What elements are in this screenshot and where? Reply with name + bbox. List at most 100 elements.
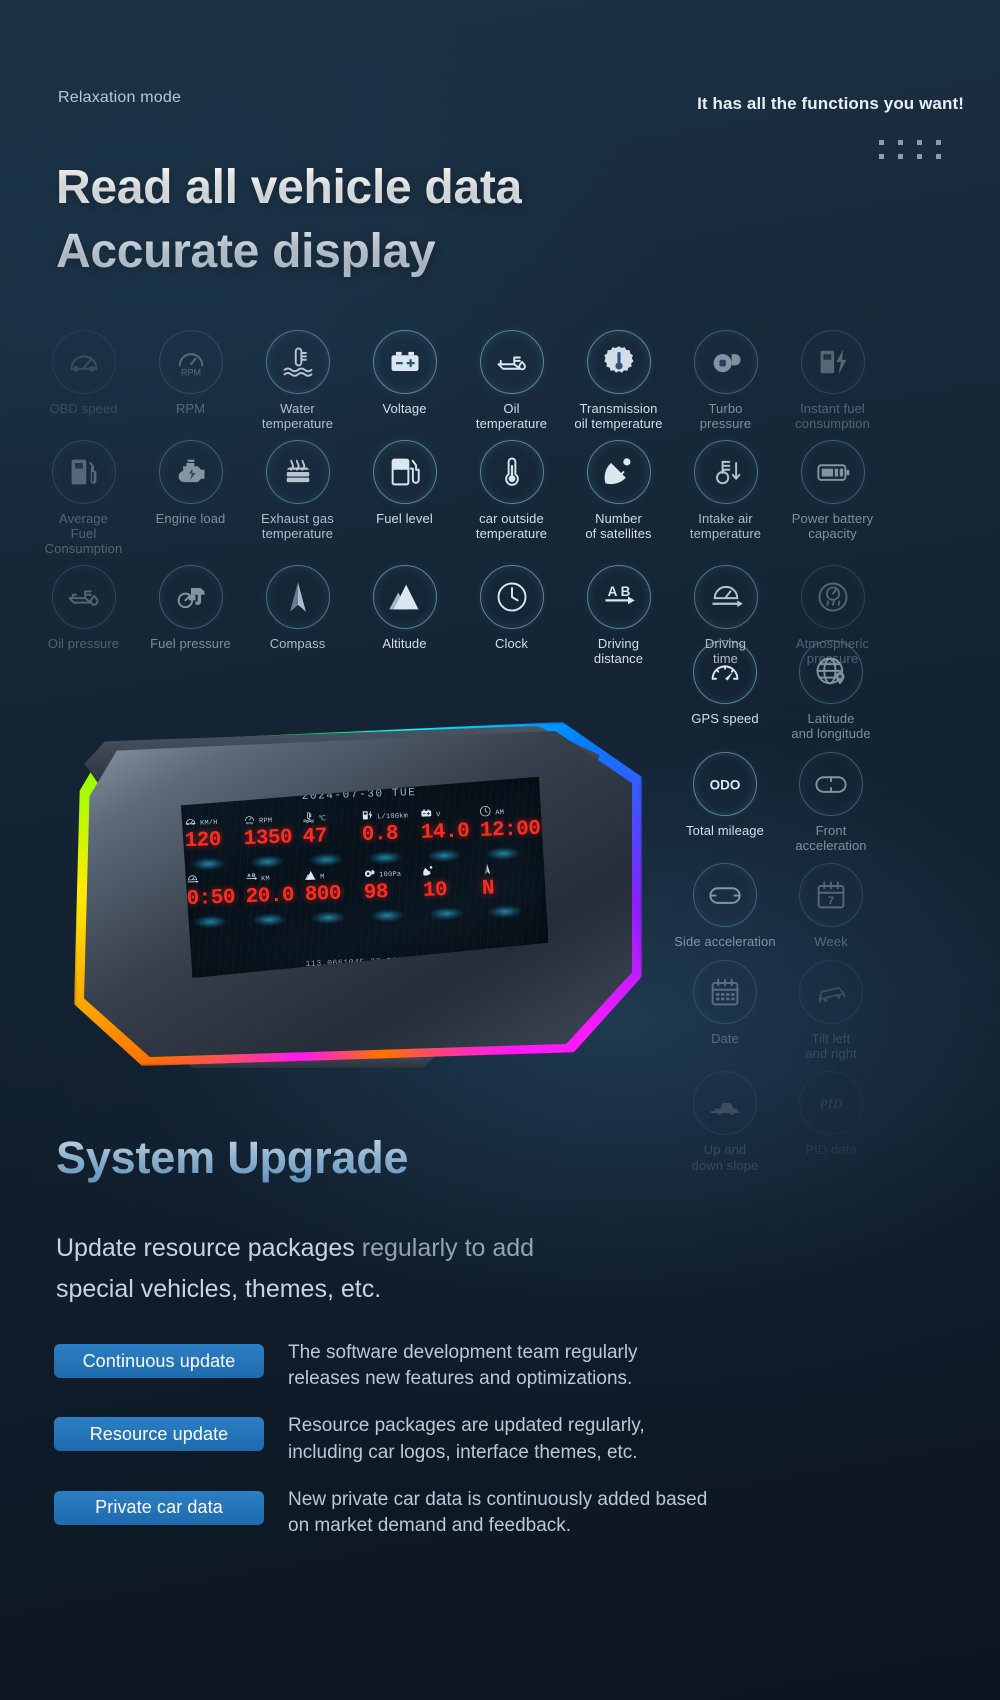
fuel-pressure-icon (158, 564, 223, 629)
feature-icon-pid-data: PID PID data (778, 1071, 884, 1173)
tilt-left-right-icon (799, 959, 863, 1024)
rpm-gauge-icon: RPM (158, 330, 223, 394)
altitude-icon (372, 564, 437, 629)
feature-badge[interactable]: Continuous update (54, 1344, 264, 1378)
feature-icon-label: Side acceleration (674, 934, 776, 950)
latitude-longitude-icon (799, 640, 863, 704)
feature-icon-gps-speed: GPS speed (672, 640, 778, 742)
feature-icon-power-battery-capacity: Power battery capacity (779, 439, 886, 557)
outside-temperature-icon (479, 439, 544, 504)
screen-readout-value: 0:50 (186, 886, 236, 912)
intake-air-temperature-icon (693, 439, 758, 504)
power-battery-capacity-icon (800, 439, 865, 504)
stair-row: Side acceleration 7 Week (672, 863, 972, 959)
feature-icon-outside-temperature: car outside temperature (458, 439, 565, 557)
feature-icon-average-fuel-consumption: Average Fuel Consumption (30, 439, 137, 557)
screen-readout-glow (252, 913, 286, 927)
relaxation-mode-label: Relaxation mode (58, 89, 182, 106)
feature-icon-label: Oil pressure (47, 635, 120, 651)
screen-readout-unit: 100Pa (379, 870, 402, 879)
feature-icon-rpm-gauge: RPM RPM (137, 330, 244, 432)
gps-speed-icon (693, 640, 757, 704)
feature-icon-turbo-pressure: Turbo pressure (672, 330, 779, 432)
feature-icon-label: Week (814, 934, 848, 950)
screen-readout-value: 20.0 (245, 884, 295, 910)
feature-icon-label: Oil temperature (475, 401, 548, 432)
feature-icon-up-down-slope: Up and down slope (672, 1071, 778, 1173)
compass-icon (265, 564, 330, 629)
average-fuel-consumption-icon (51, 439, 116, 504)
screen-readout-unit: L/100km (377, 811, 409, 821)
feature-icon-water-temperature: Water temperature (244, 330, 351, 432)
odometer-icon: ODO (693, 751, 757, 816)
turbo-pressure-icon (693, 330, 758, 394)
screen-readout-value: 10 (422, 879, 448, 903)
stair-row: ODO Total mileage Front acceleration (672, 751, 972, 864)
feature-icon-label: Front acceleration (795, 822, 867, 853)
feature-icon-compass: Compass (244, 564, 351, 667)
screen-readout-glow (368, 851, 402, 865)
screen-readout-unit: ℃ (318, 815, 327, 824)
feature-description: New private car data is continuously add… (288, 1488, 708, 1537)
icon-grid-row: OBD speed RPM RPM Water temperature Voltage O… (30, 330, 970, 440)
headline-line-1: Read all vehicle data (56, 161, 522, 214)
screen-readout-value: N (481, 877, 495, 901)
screen-readout-cell: L/100km 0.8 (361, 808, 422, 866)
feature-icon-intake-air-temperature: Intake air temperature (672, 439, 779, 557)
screen-readout-glow (191, 857, 225, 871)
feature-badge[interactable]: Resource update (54, 1417, 264, 1452)
clock-icon (479, 564, 544, 629)
feature-icon-grid: OBD speed RPM RPM Water temperature Voltage O… (30, 330, 970, 674)
transmission-oil-temperature-icon (586, 330, 651, 394)
screen-readout-cell: V 14.0 (420, 806, 481, 864)
feature-icon-transmission-oil-temperature: Transmission oil temperature (565, 330, 672, 432)
feature-icon-label: Voltage (382, 401, 427, 416)
screen-readout-cell: AM 12:00 (479, 804, 541, 862)
exhaust-gas-temperature-icon (265, 439, 330, 504)
screen-readout-glow (370, 909, 404, 923)
screen-readout-cell: RPM RPM 1350 (243, 812, 304, 870)
feature-icon-fuel-level: Fuel level (351, 439, 458, 557)
feature-icon-label: Instant fuel consumption (795, 401, 870, 432)
feature-icon-driving-distance: A B Driving distance (565, 564, 672, 667)
dot-grid-decoration (879, 140, 944, 159)
system-upgrade-title: System Upgrade (56, 1132, 409, 1183)
feature-badge[interactable]: Private car data (54, 1490, 264, 1525)
screen-readout-glow (250, 855, 284, 869)
feature-icon-label: Tilt left and right (805, 1030, 857, 1061)
fuel-level-icon (372, 439, 437, 504)
feature-icon-label: Average Fuel Consumption (44, 510, 123, 557)
feature-icon-latitude-longitude: Latitude and longitude (778, 640, 884, 742)
feature-icon-altitude: Altitude (351, 564, 458, 667)
screen-readout-cell: KM/H 120 (184, 814, 245, 872)
screen-readout-grid: KM/H 120 RPM RPM 1350 ℃ 47 L/100km 0.8 V 14.0 AM 12:… (184, 804, 544, 930)
feature-icon-oil-pressure: Oil pressure (30, 564, 137, 667)
feature-icon-label: Turbo pressure (699, 401, 752, 432)
icon-grid-row: Average Fuel Consumption Engine load Exhau… (30, 439, 970, 565)
atmospheric-pressure-icon (800, 564, 865, 629)
screen-readout-unit: AM (495, 808, 505, 817)
feature-icon-label: car outside temperature (475, 510, 548, 541)
hud-screen: 2024-07-30 TUE KM/H 120 RPM RPM 1350 ℃ 47 L/100… (175, 776, 549, 979)
feature-icon-date-calendar: Date (672, 959, 778, 1062)
water-temperature-icon (265, 330, 330, 394)
driving-time-icon (693, 564, 758, 629)
product-page: Relaxation mode It has all the functions… (0, 0, 1000, 1700)
screen-readout-unit: KM/H (199, 818, 218, 828)
pid-data-icon: PID (799, 1071, 863, 1136)
feature-icon-label: Intake air temperature (689, 510, 762, 541)
screen-readout-unit: V (436, 810, 441, 819)
screen-readout-cell: ℃ 47 (302, 810, 363, 868)
screen-readout-glow (193, 915, 227, 929)
screen-readout-value: 120 (184, 828, 222, 854)
feature-icon-label: Number of satellites (585, 510, 652, 541)
feature-icon-tilt-left-right: Tilt left and right (778, 959, 884, 1062)
feature-icon-side-acceleration: Side acceleration (672, 863, 778, 949)
feature-icon-label: Fuel level (376, 510, 433, 526)
screen-readout-value: 14.0 (420, 820, 470, 845)
screen-readout-value: 800 (304, 882, 342, 908)
feature-icon-battery-voltage: Voltage (351, 330, 458, 432)
stair-row: Date Tilt left and right (672, 959, 972, 1072)
screen-readout-cell: N (481, 862, 543, 920)
upgrade-feature-row: Private car data New private car data is … (54, 1485, 954, 1539)
